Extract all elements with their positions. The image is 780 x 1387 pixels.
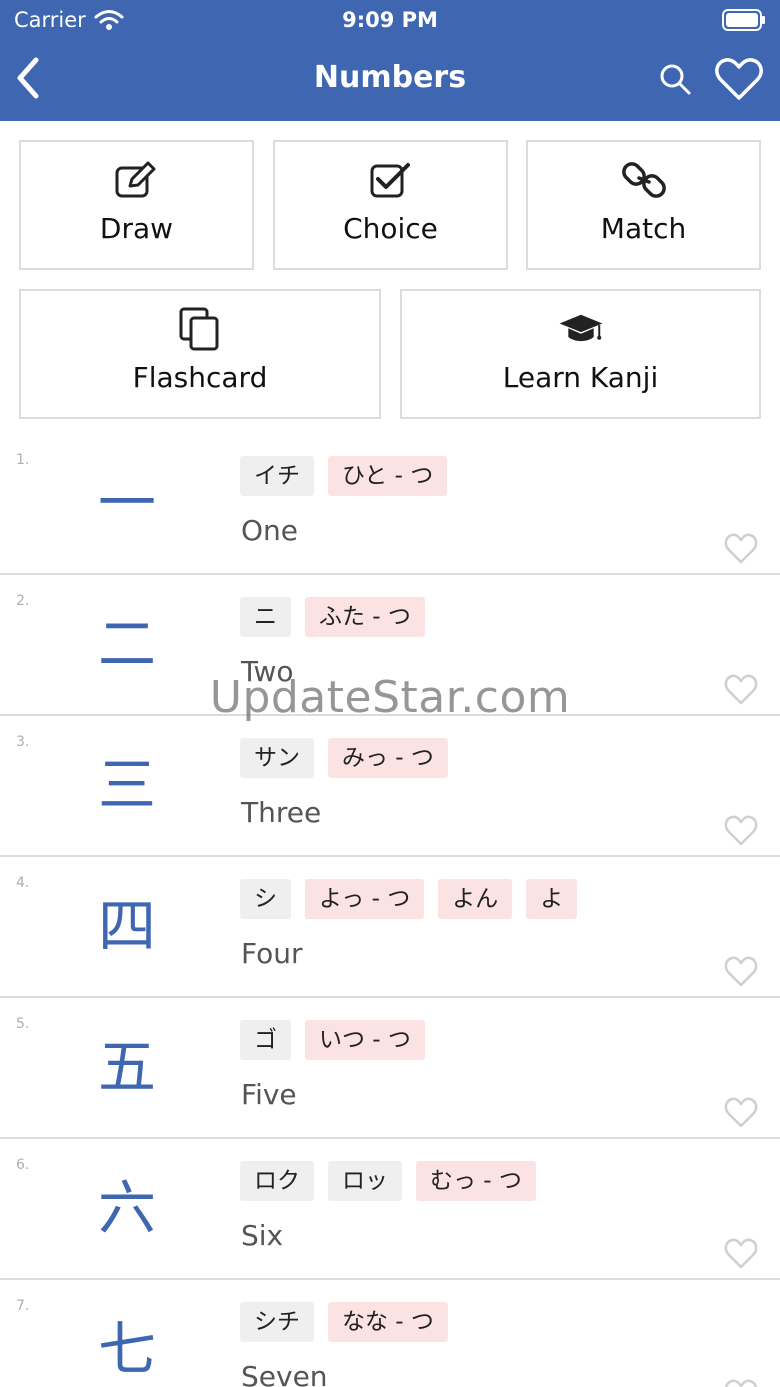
onyomi-chip: ロク xyxy=(240,1161,314,1201)
list-item[interactable]: 1. 一 イチ ひと - つ One xyxy=(0,434,780,575)
kanji-character: 六 xyxy=(97,1174,156,1242)
meaning: Six xyxy=(241,1219,284,1252)
check-square-icon xyxy=(370,163,410,198)
watermark: UpdateStar.com xyxy=(209,672,571,723)
heart-outline-icon[interactable] xyxy=(714,56,764,102)
draw-button[interactable]: Draw xyxy=(19,140,254,270)
onyomi-chip: ニ xyxy=(240,597,291,637)
kunyomi-chip: よ xyxy=(526,879,578,919)
readings: シよっ - つよんよ xyxy=(240,879,578,919)
pencil-square-icon xyxy=(115,161,155,198)
kanji-character: 一 xyxy=(97,469,156,537)
list-item[interactable]: 6. 六 ロク ロッ むっ - つ Six xyxy=(0,1139,780,1280)
graduation-cap-icon xyxy=(559,314,602,342)
onyomi-chip: ゴ xyxy=(240,1020,291,1060)
kunyomi-chip: むっ - つ xyxy=(416,1161,536,1201)
draw-label: Draw xyxy=(99,212,174,245)
learn-kanji-label: Learn Kanji xyxy=(502,361,659,394)
copy-cards-icon xyxy=(179,307,219,351)
search-icon[interactable] xyxy=(658,62,692,96)
kunyomi-chip: なな - つ xyxy=(328,1302,448,1342)
readings: イチ ひと - つ xyxy=(240,456,448,496)
favorite-heart-icon[interactable] xyxy=(724,1237,758,1269)
top-bar: Carrier 9:09 PM Numbers xyxy=(0,0,780,121)
favorite-heart-icon[interactable] xyxy=(724,1096,758,1128)
list-item[interactable]: 4. 四 シよっ - つよんよ Four xyxy=(0,857,780,998)
readings: ニふた - つ xyxy=(240,597,425,637)
onyomi-chip: サン xyxy=(240,738,314,778)
readings: シチ なな - つ xyxy=(240,1302,448,1342)
favorite-heart-icon[interactable] xyxy=(724,814,758,846)
kunyomi-chip: みっ - つ xyxy=(328,738,448,778)
kunyomi-chip: ひと - つ xyxy=(328,456,448,496)
learn-kanji-button[interactable]: Learn Kanji xyxy=(400,289,761,419)
meaning: Three xyxy=(241,796,322,829)
choice-button[interactable]: Choice xyxy=(273,140,508,270)
match-button[interactable]: Match xyxy=(526,140,761,270)
flashcard-label: Flashcard xyxy=(132,361,268,394)
kanji-character: 五 xyxy=(97,1033,156,1101)
kunyomi-chip: ふた - つ xyxy=(305,597,425,637)
onyomi-chip: シ xyxy=(240,879,291,919)
kunyomi-chip: いつ - つ xyxy=(305,1020,425,1060)
item-number: 3. xyxy=(16,734,30,750)
item-number: 7. xyxy=(16,1298,30,1314)
item-number: 5. xyxy=(16,1016,30,1032)
list-item[interactable]: 3. 三サン みっ - つ Three xyxy=(0,716,780,857)
list-item[interactable]: 5. 五ゴいつ - つ Five xyxy=(0,998,780,1139)
flashcard-button[interactable]: Flashcard xyxy=(19,289,381,419)
study-modes: Draw Choice Match Flashcard Learn Kanji xyxy=(0,121,780,441)
meaning: One xyxy=(241,514,299,547)
kanji-character: 四 xyxy=(97,892,156,960)
meaning: Four xyxy=(241,937,303,970)
meaning: Five xyxy=(241,1078,297,1111)
onyomi-chip: イチ xyxy=(240,456,314,496)
choice-label: Choice xyxy=(343,212,438,245)
link-chain-icon xyxy=(621,162,666,198)
onyomi-chip: ロッ xyxy=(328,1161,402,1201)
item-number: 6. xyxy=(16,1157,30,1173)
navigation-bar: Numbers xyxy=(0,40,780,121)
item-number: 4. xyxy=(16,875,30,891)
readings: ゴいつ - つ xyxy=(240,1020,425,1060)
match-label: Match xyxy=(600,212,687,245)
favorite-heart-icon[interactable] xyxy=(724,1378,758,1387)
meaning: Seven xyxy=(241,1360,328,1387)
kunyomi-chip: よん xyxy=(438,879,513,919)
status-time: 9:09 PM xyxy=(342,8,438,32)
item-number: 1. xyxy=(16,452,30,468)
favorite-heart-icon[interactable] xyxy=(724,532,758,564)
readings: サン みっ - つ xyxy=(240,738,448,778)
favorite-heart-icon[interactable] xyxy=(724,955,758,987)
battery-icon xyxy=(722,9,765,31)
onyomi-chip: シチ xyxy=(240,1302,314,1342)
readings: ロク ロッ むっ - つ xyxy=(240,1161,536,1201)
kunyomi-chip: よっ - つ xyxy=(305,879,425,919)
kanji-character: 七 xyxy=(97,1315,156,1383)
item-number: 2. xyxy=(16,593,30,609)
status-bar: Carrier 9:09 PM xyxy=(0,0,780,40)
kanji-character: 二 xyxy=(97,610,156,678)
kanji-character: 三 xyxy=(97,751,156,819)
list-item[interactable]: 7. 七シチ なな - つ Seven xyxy=(0,1280,780,1387)
